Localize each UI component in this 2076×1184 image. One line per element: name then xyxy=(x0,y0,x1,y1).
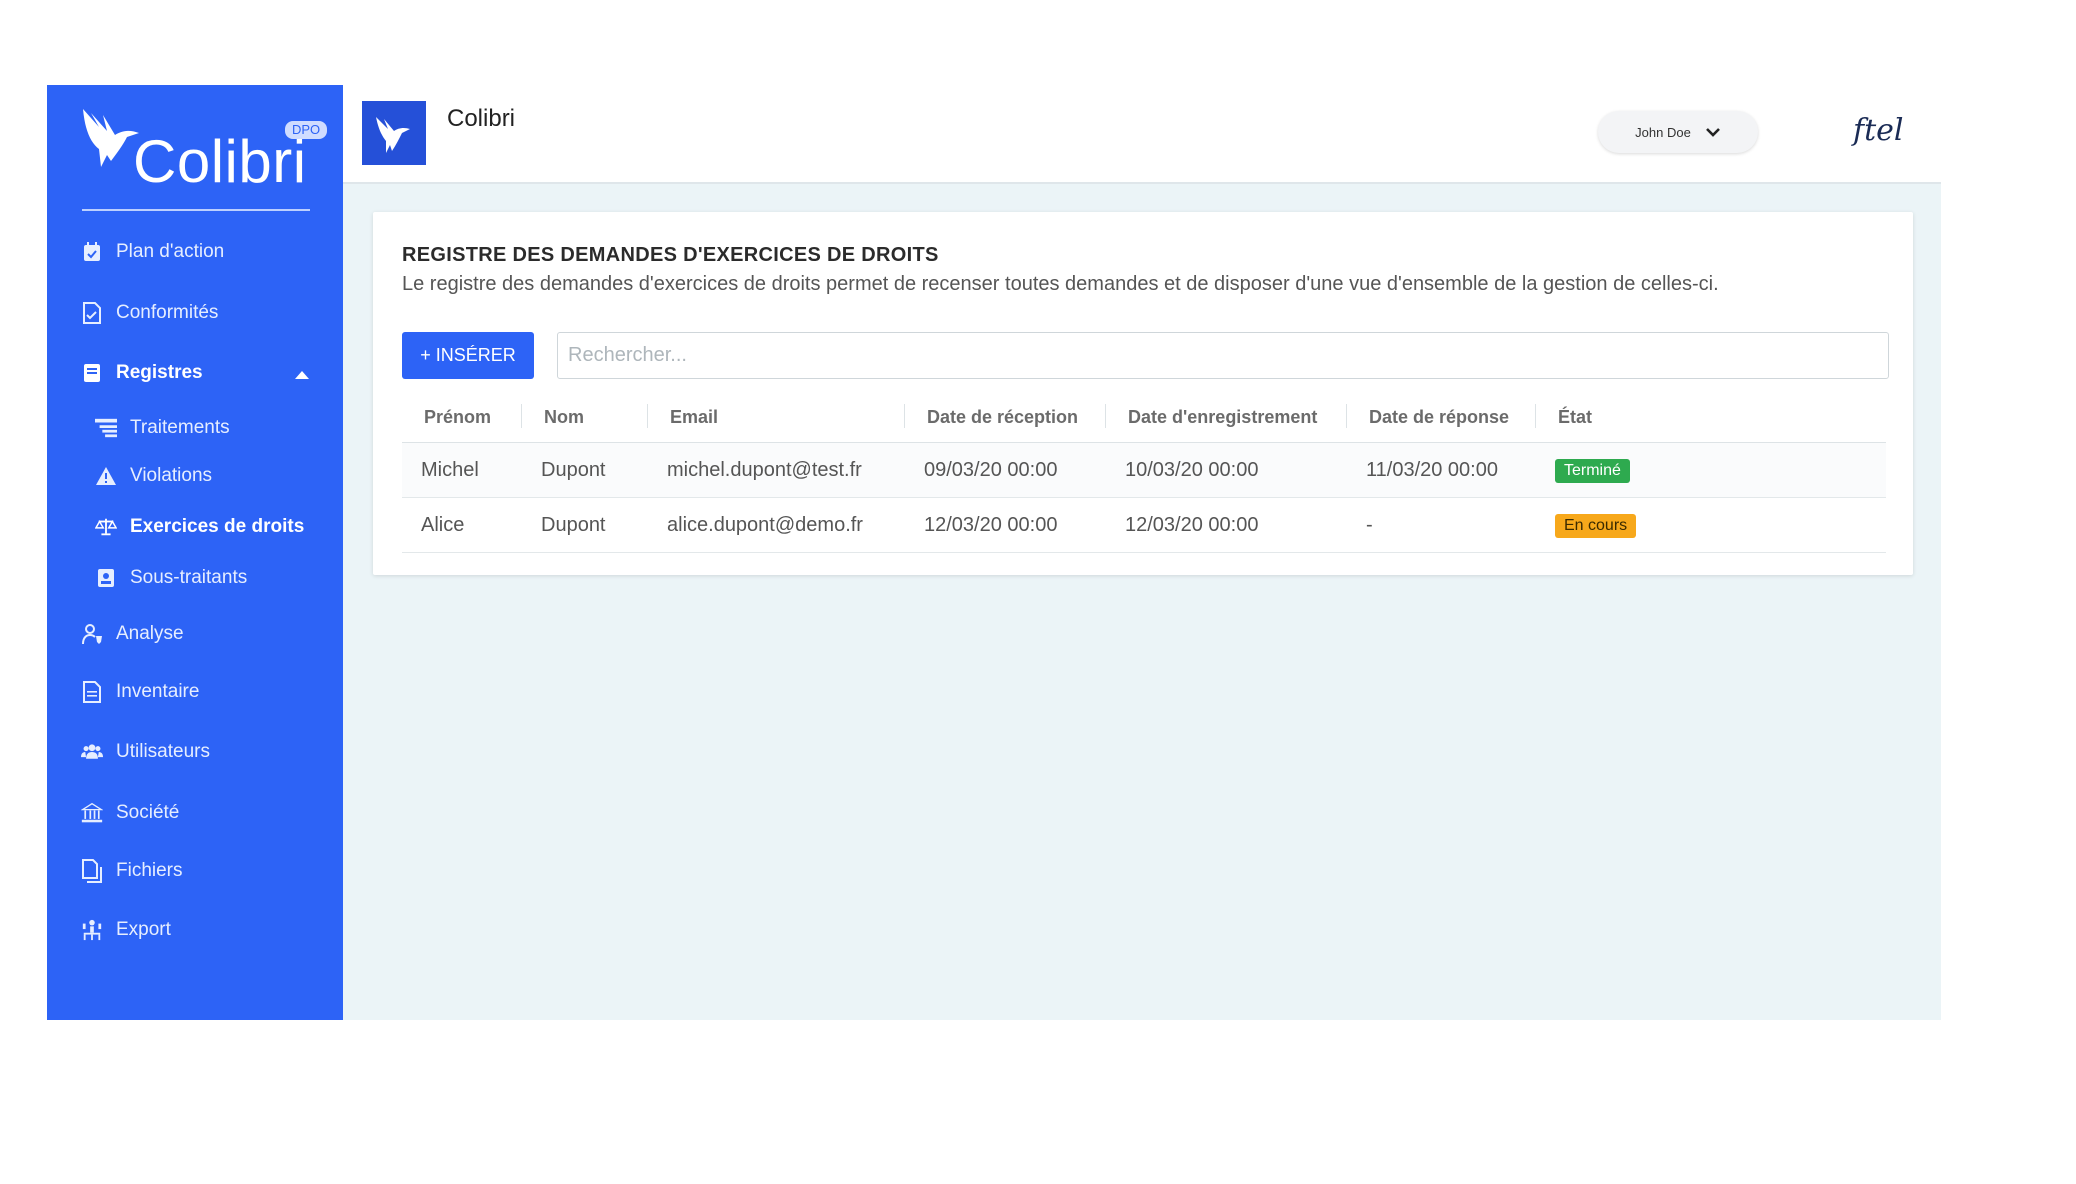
sidebar-item-sous-traitants[interactable]: Sous-traitants xyxy=(95,561,247,595)
sidebar-item-label: Export xyxy=(116,919,171,940)
app-logo-text: Colibri xyxy=(133,128,307,195)
sidebar-item-label: Plan d'action xyxy=(116,241,225,262)
sidebar-item-utilisateurs[interactable]: Utilisateurs xyxy=(81,735,210,769)
sidebar-item-label: Conformités xyxy=(116,302,219,323)
sidebar-item-label: Inventaire xyxy=(116,681,200,702)
cell-prenom: Michel xyxy=(402,442,522,498)
user-menu-button[interactable]: John Doe xyxy=(1598,111,1758,153)
sidebar-item-violations[interactable]: Violations xyxy=(95,459,212,493)
column-header-nom[interactable]: Nom xyxy=(522,392,648,443)
cell-date-enregistrement: 12/03/20 00:00 xyxy=(1106,497,1347,553)
sidebar-item-label: Registres xyxy=(116,362,203,383)
balance-scale-icon xyxy=(95,516,117,538)
sidebar-item-inventaire[interactable]: Inventaire xyxy=(81,675,199,709)
book-icon xyxy=(81,362,103,384)
calendar-check-icon xyxy=(81,241,103,263)
cell-email: michel.dupont@test.fr xyxy=(648,442,905,498)
sidebar-item-fichiers[interactable]: Fichiers xyxy=(81,854,183,888)
files-icon xyxy=(81,859,103,883)
column-header-etat[interactable]: État xyxy=(1536,392,1886,443)
sidebar-item-exercices-de-droits[interactable]: Exercices de droits xyxy=(95,510,304,544)
list-icon xyxy=(95,417,117,439)
cell-date-reception: 12/03/20 00:00 xyxy=(905,497,1106,553)
chevron-up-icon[interactable] xyxy=(295,371,309,379)
warning-icon xyxy=(95,465,117,487)
app-window: Colibri DPO Plan d'action Conformités Re… xyxy=(47,85,1941,1020)
cell-etat: En cours xyxy=(1536,497,1886,553)
sidebar-item-label: Traitements xyxy=(130,417,230,438)
register-card: REGISTRE DES DEMANDES D'EXERCICES DE DRO… xyxy=(373,212,1913,575)
page-title: REGISTRE DES DEMANDES D'EXERCICES DE DRO… xyxy=(402,244,939,266)
cell-date-reponse: 11/03/20 00:00 xyxy=(1347,442,1536,498)
top-header: Colibri John Doe ftel xyxy=(343,85,1941,184)
cell-prenom: Alice xyxy=(402,497,522,553)
hummingbird-icon xyxy=(376,117,410,153)
table-row[interactable]: Michel Dupont michel.dupont@test.fr 09/0… xyxy=(402,442,1886,498)
header-title: Colibri xyxy=(447,105,516,132)
column-header-date-reception[interactable]: Date de réception xyxy=(905,392,1106,443)
export-icon xyxy=(81,919,103,941)
sidebar-item-registres[interactable]: Registres xyxy=(81,356,203,390)
search-input[interactable] xyxy=(557,332,1889,379)
sidebar-item-label: Société xyxy=(116,802,180,823)
sidebar-divider xyxy=(82,209,310,211)
requests-table: Prénom Nom Email Date de réception Date … xyxy=(402,392,1886,553)
table-row[interactable]: Alice Dupont alice.dupont@demo.fr 12/03/… xyxy=(402,497,1886,553)
status-badge: Terminé xyxy=(1555,458,1630,483)
user-shield-icon xyxy=(81,623,103,645)
sidebar-item-plan-action[interactable]: Plan d'action xyxy=(81,235,224,269)
sidebar-item-societe[interactable]: Société xyxy=(81,796,179,830)
sidebar-item-label: Violations xyxy=(130,465,213,486)
cell-etat: Terminé xyxy=(1536,442,1886,498)
id-badge-icon xyxy=(95,567,117,589)
file-check-icon xyxy=(81,302,103,324)
sidebar: Colibri DPO Plan d'action Conformités Re… xyxy=(47,85,343,1020)
sidebar-item-label: Utilisateurs xyxy=(116,741,210,762)
cell-nom: Dupont xyxy=(522,497,648,553)
insert-button[interactable]: + INSÉRER xyxy=(402,332,534,379)
column-header-email[interactable]: Email xyxy=(648,392,905,443)
sidebar-item-label: Sous-traitants xyxy=(130,567,248,588)
cell-email: alice.dupont@demo.fr xyxy=(648,497,905,553)
column-header-date-reponse[interactable]: Date de réponse xyxy=(1347,392,1536,443)
cell-date-reponse: - xyxy=(1347,497,1536,553)
cell-nom: Dupont xyxy=(522,442,648,498)
chevron-down-icon xyxy=(1705,128,1720,137)
status-badge: En cours xyxy=(1555,513,1637,538)
sidebar-item-export[interactable]: Export xyxy=(81,913,171,947)
column-header-prenom[interactable]: Prénom xyxy=(402,392,522,443)
brand-logo: ftel xyxy=(1853,113,1904,148)
sidebar-item-conformites[interactable]: Conformités xyxy=(81,296,218,330)
page-description: Le registre des demandes d'exercices de … xyxy=(402,273,1719,295)
sidebar-item-label: Fichiers xyxy=(116,860,183,881)
cell-date-enregistrement: 10/03/20 00:00 xyxy=(1106,442,1347,498)
app-logo[interactable]: Colibri DPO xyxy=(77,101,328,211)
users-icon xyxy=(81,741,103,763)
sidebar-item-traitements[interactable]: Traitements xyxy=(95,411,230,445)
header-logo[interactable] xyxy=(362,101,426,165)
sidebar-item-label: Exercices de droits xyxy=(130,516,305,537)
table-header-row: Prénom Nom Email Date de réception Date … xyxy=(402,392,1886,443)
file-icon xyxy=(81,681,103,703)
user-name: John Doe xyxy=(1635,124,1691,140)
column-header-date-enregistrement[interactable]: Date d'enregistrement xyxy=(1106,392,1347,443)
dpo-badge: DPO xyxy=(285,121,328,139)
building-icon xyxy=(81,802,103,824)
sidebar-item-analyse[interactable]: Analyse xyxy=(81,617,184,651)
cell-date-reception: 09/03/20 00:00 xyxy=(905,442,1106,498)
sidebar-item-label: Analyse xyxy=(116,623,184,644)
